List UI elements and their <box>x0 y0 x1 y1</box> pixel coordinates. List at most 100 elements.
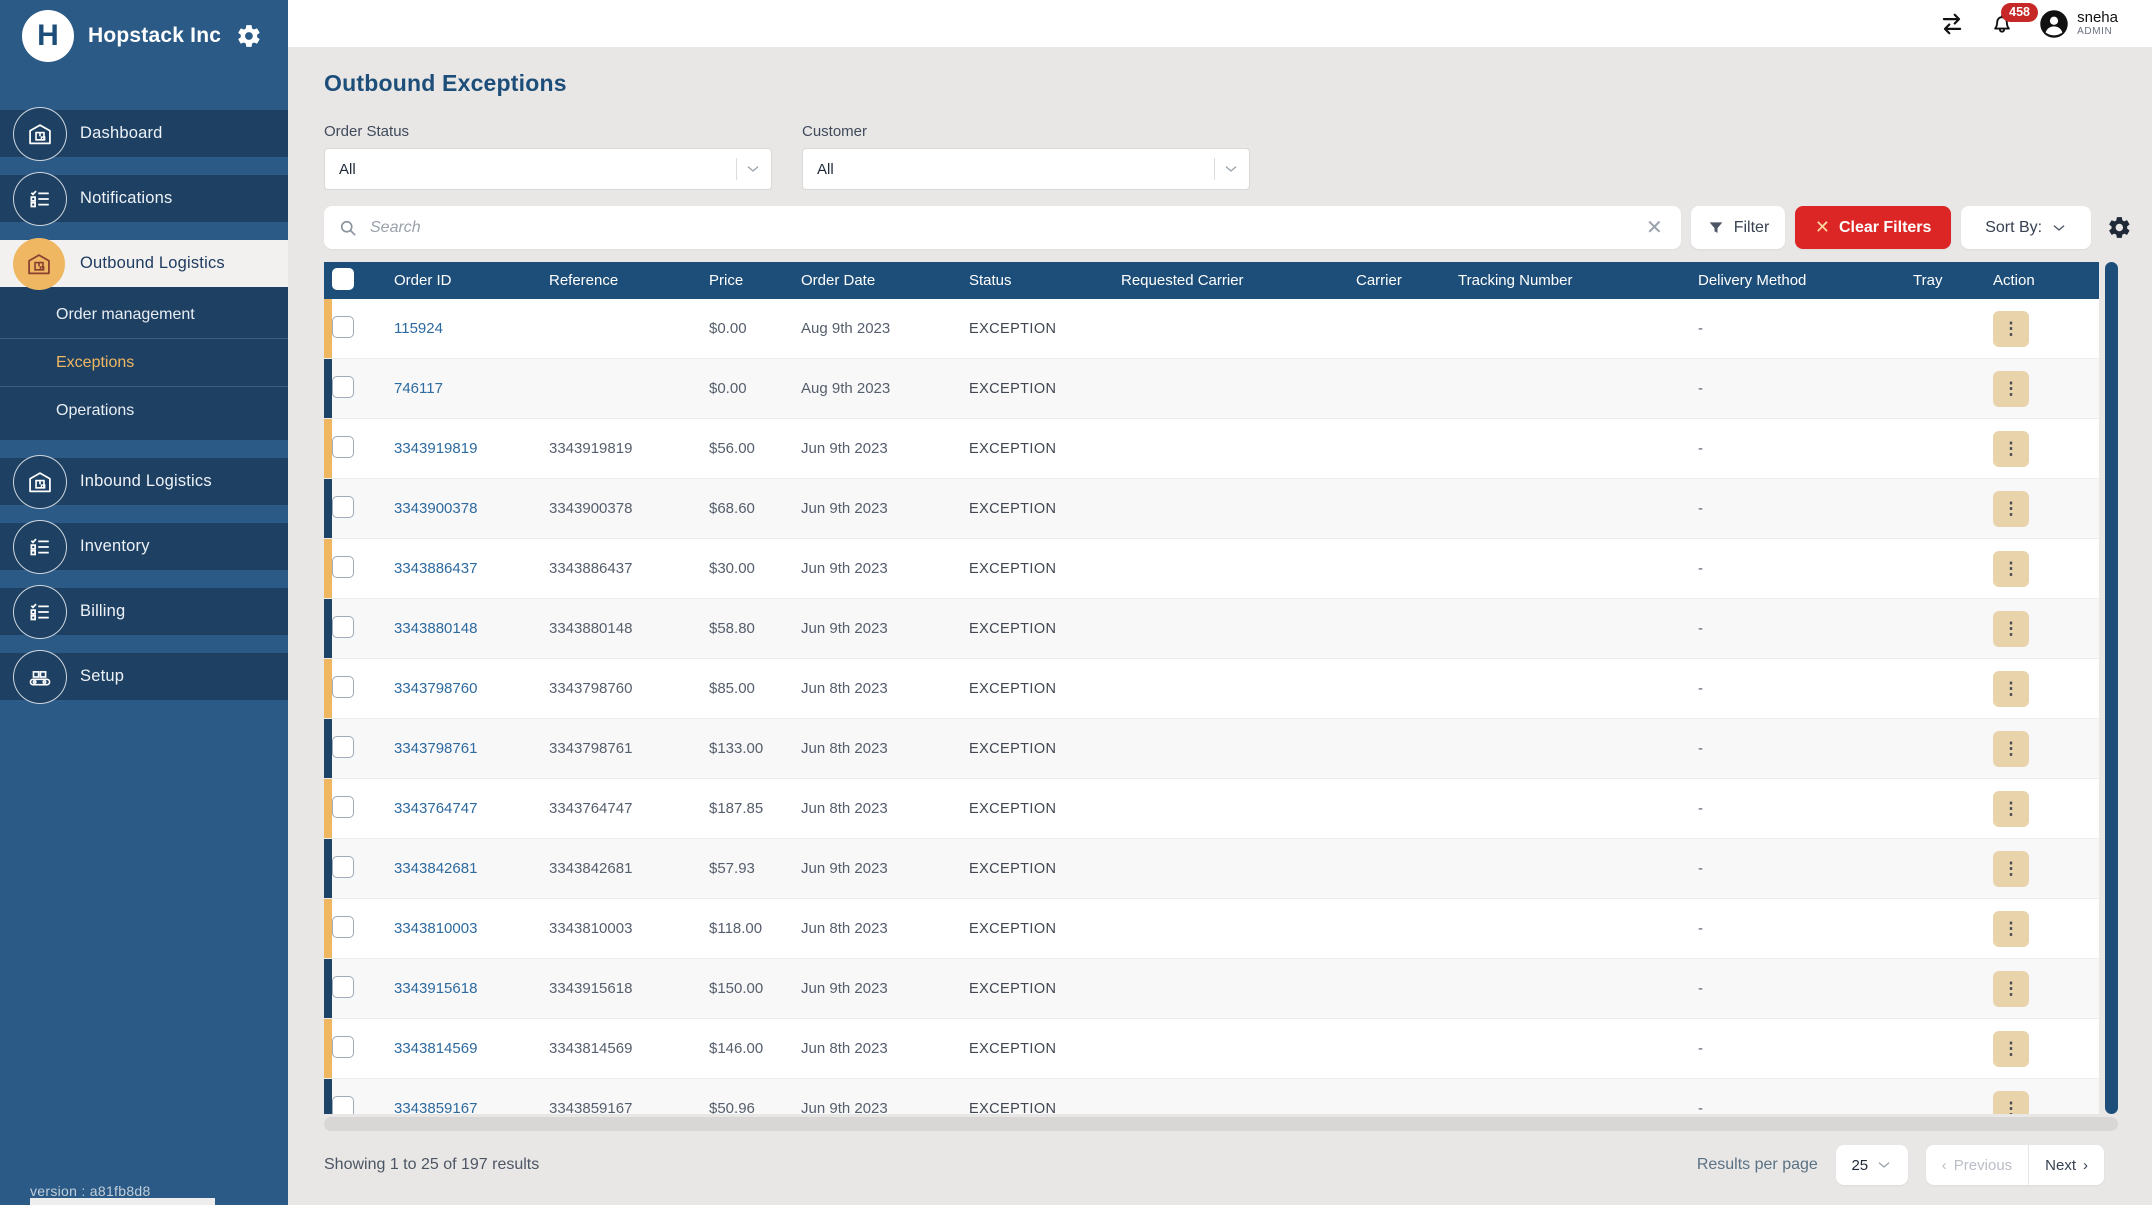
sidebar-item-inbound-logistics[interactable]: Inbound Logistics <box>0 458 288 505</box>
row-actions-button[interactable]: ⋮ <box>1993 1091 2029 1115</box>
row-actions-button[interactable]: ⋮ <box>1993 911 2029 947</box>
next-page-button[interactable]: Next › <box>2029 1145 2104 1185</box>
status-cell: EXCEPTION <box>969 741 1121 757</box>
sidebar-item-notifications[interactable]: Notifications <box>0 175 288 222</box>
price-cell: $150.00 <box>709 980 801 997</box>
row-checkbox[interactable] <box>332 436 354 458</box>
row-checkbox[interactable] <box>332 556 354 578</box>
sidebar-item-inventory[interactable]: Inventory <box>0 523 288 570</box>
sidebar-item-dashboard[interactable]: Dashboard <box>0 110 288 157</box>
order-id-link[interactable]: 3343814569 <box>394 1040 549 1057</box>
row-checkbox[interactable] <box>332 736 354 758</box>
previous-page-button[interactable]: ‹ Previous <box>1926 1145 2029 1185</box>
order-id-link[interactable]: 746117 <box>394 380 549 397</box>
order-date-cell: Jun 8th 2023 <box>801 920 969 937</box>
user-menu[interactable]: sneha ADMIN <box>2039 9 2118 39</box>
order-id-link[interactable]: 3343798760 <box>394 680 549 697</box>
kebab-dots-icon: ⋮ <box>2003 1040 2020 1057</box>
row-checkbox[interactable] <box>332 976 354 998</box>
sidebar-item-setup[interactable]: Setup <box>0 653 288 700</box>
row-actions-button[interactable]: ⋮ <box>1993 851 2029 887</box>
select-all-checkbox[interactable] <box>332 268 354 290</box>
row-checkbox[interactable] <box>332 676 354 698</box>
submenu-item-order-management[interactable]: Order management <box>0 291 288 339</box>
order-id-link[interactable]: 3343859167 <box>394 1100 549 1114</box>
row-checkbox[interactable] <box>332 1096 354 1115</box>
clear-filters-label: Clear Filters <box>1839 219 1931 237</box>
delivery-method-cell: - <box>1698 680 1913 697</box>
order-date-cell: Jun 8th 2023 <box>801 1040 969 1057</box>
order-id-link[interactable]: 3343886437 <box>394 560 549 577</box>
price-cell: $187.85 <box>709 800 801 817</box>
row-checkbox[interactable] <box>332 916 354 938</box>
sidebar-item-label: Dashboard <box>80 124 163 143</box>
table-settings-gear-icon[interactable] <box>2107 215 2132 240</box>
order-id-link[interactable]: 3343810003 <box>394 920 549 937</box>
app-screen: H Hopstack Inc Dashboard Notifications O… <box>0 0 2152 1205</box>
content: Outbound Exceptions Order Status All Cus… <box>288 48 2152 1205</box>
table-horizontal-scrollbar[interactable] <box>324 1117 2118 1131</box>
order-id-link[interactable]: 3343919819 <box>394 440 549 457</box>
kebab-dots-icon: ⋮ <box>2003 740 2020 757</box>
row-actions-button[interactable]: ⋮ <box>1993 551 2029 587</box>
row-actions-button[interactable]: ⋮ <box>1993 731 2029 767</box>
row-actions-button[interactable]: ⋮ <box>1993 371 2029 407</box>
order-id-link[interactable]: 3343900378 <box>394 500 549 517</box>
row-actions-button[interactable]: ⋮ <box>1993 611 2029 647</box>
order-id-link[interactable]: 3343880148 <box>394 620 549 637</box>
row-checkbox[interactable] <box>332 376 354 398</box>
row-actions-button[interactable]: ⋮ <box>1993 431 2029 467</box>
price-cell: $58.80 <box>709 620 801 637</box>
submenu-item-exceptions[interactable]: Exceptions <box>0 339 288 387</box>
kebab-dots-icon: ⋮ <box>2003 440 2020 457</box>
clear-filters-button[interactable]: ✕ Clear Filters <box>1795 206 1951 249</box>
search-clear-button[interactable]: ✕ <box>1636 211 1673 244</box>
chevron-down-icon <box>1223 161 1239 177</box>
row-actions-button[interactable]: ⋮ <box>1993 1031 2029 1067</box>
kebab-dots-icon: ⋮ <box>2003 980 2020 997</box>
row-status-bar <box>324 479 332 538</box>
row-actions-button[interactable]: ⋮ <box>1993 671 2029 707</box>
row-status-bar <box>324 1079 332 1114</box>
order-id-link[interactable]: 115924 <box>394 320 549 337</box>
filter-button[interactable]: Filter <box>1691 206 1785 249</box>
sidebar-item-outbound-logistics[interactable]: Outbound Logistics <box>0 240 288 287</box>
row-actions-button[interactable]: ⋮ <box>1993 311 2029 347</box>
order-id-link[interactable]: 3343798761 <box>394 740 549 757</box>
vertical-scrollbar-thumb[interactable] <box>2105 262 2118 1114</box>
order-id-link[interactable]: 3343842681 <box>394 860 549 877</box>
orders-table: Order ID Reference Price Order Date Stat… <box>324 262 2132 1114</box>
sidebar-item-billing[interactable]: Billing <box>0 588 288 635</box>
row-checkbox[interactable] <box>332 1036 354 1058</box>
kebab-dots-icon: ⋮ <box>2003 680 2020 697</box>
customer-value: All <box>817 161 1214 178</box>
search-input[interactable] <box>368 218 1636 238</box>
next-label: Next <box>2045 1157 2076 1174</box>
submenu-item-operations[interactable]: Operations <box>0 387 288 434</box>
row-actions-button[interactable]: ⋮ <box>1993 971 2029 1007</box>
row-checkbox[interactable] <box>332 616 354 638</box>
checklist-icon <box>13 172 67 226</box>
warehouse-icon <box>13 238 65 290</box>
status-cell: EXCEPTION <box>969 981 1121 997</box>
row-checkbox[interactable] <box>332 496 354 518</box>
order-id-link[interactable]: 3343764747 <box>394 800 549 817</box>
row-actions-button[interactable]: ⋮ <box>1993 491 2029 527</box>
row-checkbox[interactable] <box>332 316 354 338</box>
col-status: Status <box>969 272 1121 289</box>
chevron-down-icon <box>745 161 761 177</box>
sort-by-button[interactable]: Sort By: <box>1961 206 2091 249</box>
order-status-select[interactable]: All <box>324 148 772 190</box>
transfer-arrows-icon[interactable] <box>1939 11 1965 37</box>
reference-cell: 3343814569 <box>549 1040 709 1057</box>
customer-select[interactable]: All <box>802 148 1250 190</box>
sidebar-settings-gear-icon[interactable] <box>236 23 262 49</box>
notifications-bell-button[interactable]: 458 <box>1989 11 2015 37</box>
row-checkbox[interactable] <box>332 796 354 818</box>
page-size-select[interactable]: 25 <box>1836 1145 1908 1185</box>
order-id-link[interactable]: 3343915618 <box>394 980 549 997</box>
sidebar-scroll-handle[interactable] <box>30 1198 215 1205</box>
row-checkbox[interactable] <box>332 856 354 878</box>
reference-cell: 3343900378 <box>549 500 709 517</box>
row-actions-button[interactable]: ⋮ <box>1993 791 2029 827</box>
